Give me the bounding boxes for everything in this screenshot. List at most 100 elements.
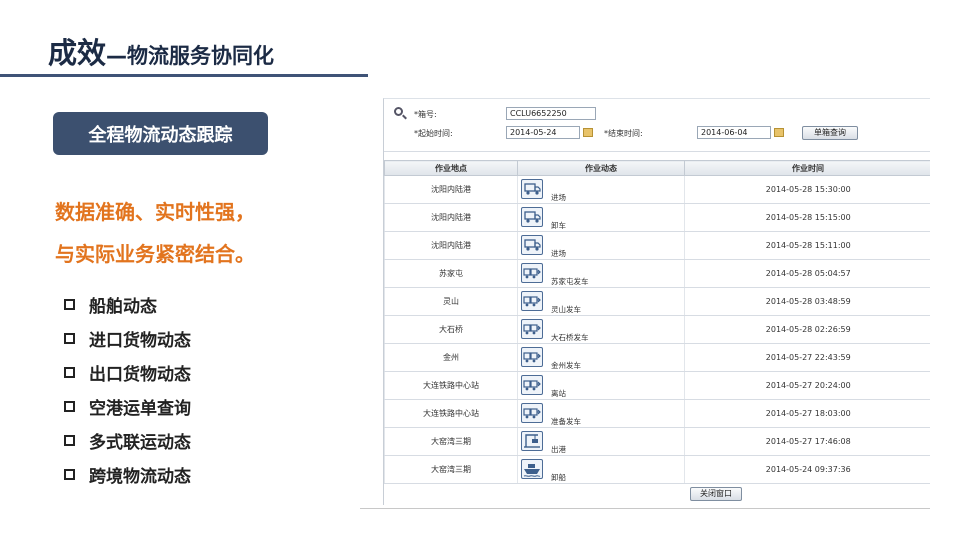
feature-label: 进口货物动态 xyxy=(89,330,191,351)
feature-label: 跨境物流动态 xyxy=(89,466,191,487)
event-label: 进场 xyxy=(551,249,566,258)
train-icon xyxy=(521,375,543,395)
slide-title: 成效—物流服务协同化 xyxy=(48,30,274,72)
event-cell: 大石桥发车 xyxy=(517,315,685,344)
highlight-line-2: 与实际业务紧密结合。 xyxy=(55,242,255,266)
column-header[interactable]: 作业地点 xyxy=(384,160,518,176)
time-cell: 2014-05-28 05:04:57 xyxy=(684,259,930,288)
checkbox-bullet-icon xyxy=(64,298,75,310)
section-badge: 全程物流动态跟踪 xyxy=(53,112,268,155)
table-row[interactable]: 大窑湾三期 出港 2014-05-27 17:46:08 xyxy=(384,427,930,456)
box-number-label: *箱号: xyxy=(414,110,437,119)
time-cell: 2014-05-28 02:26:59 xyxy=(684,315,930,344)
end-date-input[interactable]: 2014-06-04 xyxy=(697,126,771,139)
table-row[interactable]: 金州 金州发车 2014-05-27 22:43:59 xyxy=(384,343,930,372)
highlight-line-1: 数据准确、实时性强， xyxy=(55,200,255,224)
location-cell: 大窑湾三期 xyxy=(384,427,518,456)
event-cell: 金州发车 xyxy=(517,343,685,372)
location-cell: 大窑湾三期 xyxy=(384,455,518,484)
table-row[interactable]: 灵山灵山发车 2014-05-28 03:48:59 xyxy=(384,287,930,316)
checkbox-bullet-icon xyxy=(64,400,75,412)
tracking-table: 作业地点 作业动态 作业时间 沈阳内陆港 进场 2014-05-28 15:30:0… xyxy=(384,160,930,484)
event-cell: 出港 xyxy=(517,427,685,456)
time-cell: 2014-05-28 15:15:00 xyxy=(684,203,930,232)
time-cell: 2014-05-28 15:30:00 xyxy=(684,175,930,204)
table-row[interactable]: 苏家屯苏家屯发车 2014-05-28 05:04:57 xyxy=(384,259,930,288)
slide-title-main: 成效 xyxy=(48,36,107,70)
train-icon xyxy=(521,347,543,367)
time-cell: 2014-05-24 09:37:36 xyxy=(684,455,930,484)
crane-icon xyxy=(521,431,543,451)
event-label: 苏家屯发车 xyxy=(551,277,589,286)
table-row[interactable]: 大连铁路中心站 准备发车 2014-05-27 18:03:00 xyxy=(384,399,930,428)
train-icon xyxy=(521,319,543,339)
feature-item: 空港运单查询 xyxy=(64,389,191,423)
feature-label: 多式联运动态 xyxy=(89,432,191,453)
feature-label: 出口货物动态 xyxy=(89,364,191,385)
location-cell: 大连铁路中心站 xyxy=(384,399,518,428)
time-cell: 2014-05-27 18:03:00 xyxy=(684,399,930,428)
feature-item: 出口货物动态 xyxy=(64,355,191,389)
event-label: 卸船 xyxy=(551,473,566,482)
ship-icon xyxy=(521,459,543,479)
event-cell: 灵山发车 xyxy=(517,287,685,316)
table-header-row: 作业地点 作业动态 作业时间 xyxy=(384,160,930,176)
train-icon xyxy=(521,263,543,283)
feature-item: 进口货物动态 xyxy=(64,321,191,355)
location-cell: 大连铁路中心站 xyxy=(384,371,518,400)
location-cell: 沈阳内陆港 xyxy=(384,231,518,260)
event-cell: 卸船 xyxy=(517,455,685,484)
location-cell: 金州 xyxy=(384,343,518,372)
start-date-input[interactable]: 2014-05-24 xyxy=(506,126,580,139)
search-icon xyxy=(394,107,407,120)
column-header[interactable]: 作业动态 xyxy=(517,160,685,176)
close-window-button[interactable]: 关闭窗口 xyxy=(690,487,742,501)
table-row[interactable]: 沈阳内陆港 卸车 2014-05-28 15:15:00 xyxy=(384,203,930,232)
table-row[interactable]: 大石桥 大石桥发车 2014-05-28 02:26:59 xyxy=(384,315,930,344)
title-underline xyxy=(0,74,368,77)
time-cell: 2014-05-27 20:24:00 xyxy=(684,371,930,400)
container-truck-icon xyxy=(521,235,543,255)
slide-title-sub: —物流服务协同化 xyxy=(106,44,275,68)
container-truck-icon xyxy=(521,179,543,199)
table-row[interactable]: 沈阳内陆港进场 2014-05-28 15:11:00 xyxy=(384,231,930,260)
event-label: 灵山发车 xyxy=(551,305,581,314)
form-divider xyxy=(384,151,930,152)
feature-list: 船舶动态 进口货物动态 出口货物动态 空港运单查询 多式联运动态 跨境物流动态 xyxy=(64,287,191,491)
event-cell: 进场 xyxy=(517,231,685,260)
baseline-rule xyxy=(360,508,930,509)
feature-label: 空港运单查询 xyxy=(89,398,191,419)
event-cell: 准备发车 xyxy=(517,399,685,428)
checkbox-bullet-icon xyxy=(64,468,75,480)
box-number-input[interactable]: CCLU6652250 xyxy=(506,107,596,120)
location-cell: 苏家屯 xyxy=(384,259,518,288)
event-label: 进场 xyxy=(551,193,566,202)
checkbox-bullet-icon xyxy=(64,366,75,378)
end-date-label: *结束时间: xyxy=(604,129,643,138)
query-button[interactable]: 单箱查询 xyxy=(802,126,858,140)
time-cell: 2014-05-28 03:48:59 xyxy=(684,287,930,316)
train-icon xyxy=(521,403,543,423)
table-row[interactable]: 大连铁路中心站离站 2014-05-27 20:24:00 xyxy=(384,371,930,400)
checkbox-bullet-icon xyxy=(64,434,75,446)
location-cell: 沈阳内陆港 xyxy=(384,175,518,204)
tracking-screenshot: *箱号: CCLU6652250 *起始时间: 2014-05-24 *结束时间… xyxy=(383,98,930,505)
train-icon xyxy=(521,291,543,311)
event-label: 离站 xyxy=(551,389,566,398)
location-cell: 沈阳内陆港 xyxy=(384,203,518,232)
event-cell: 卸车 xyxy=(517,203,685,232)
location-cell: 大石桥 xyxy=(384,315,518,344)
event-cell: 离站 xyxy=(517,371,685,400)
time-cell: 2014-05-27 22:43:59 xyxy=(684,343,930,372)
feature-item: 跨境物流动态 xyxy=(64,457,191,491)
time-cell: 2014-05-28 15:11:00 xyxy=(684,231,930,260)
feature-item: 多式联运动态 xyxy=(64,423,191,457)
table-row[interactable]: 沈阳内陆港进场 2014-05-28 15:30:00 xyxy=(384,175,930,204)
start-date-label: *起始时间: xyxy=(414,129,453,138)
time-cell: 2014-05-27 17:46:08 xyxy=(684,427,930,456)
table-row[interactable]: 大窑湾三期卸船 2014-05-24 09:37:36 xyxy=(384,455,930,484)
location-cell: 灵山 xyxy=(384,287,518,316)
column-header[interactable]: 作业时间 xyxy=(684,160,930,176)
calendar-icon[interactable] xyxy=(583,128,593,137)
calendar-icon[interactable] xyxy=(774,128,784,137)
